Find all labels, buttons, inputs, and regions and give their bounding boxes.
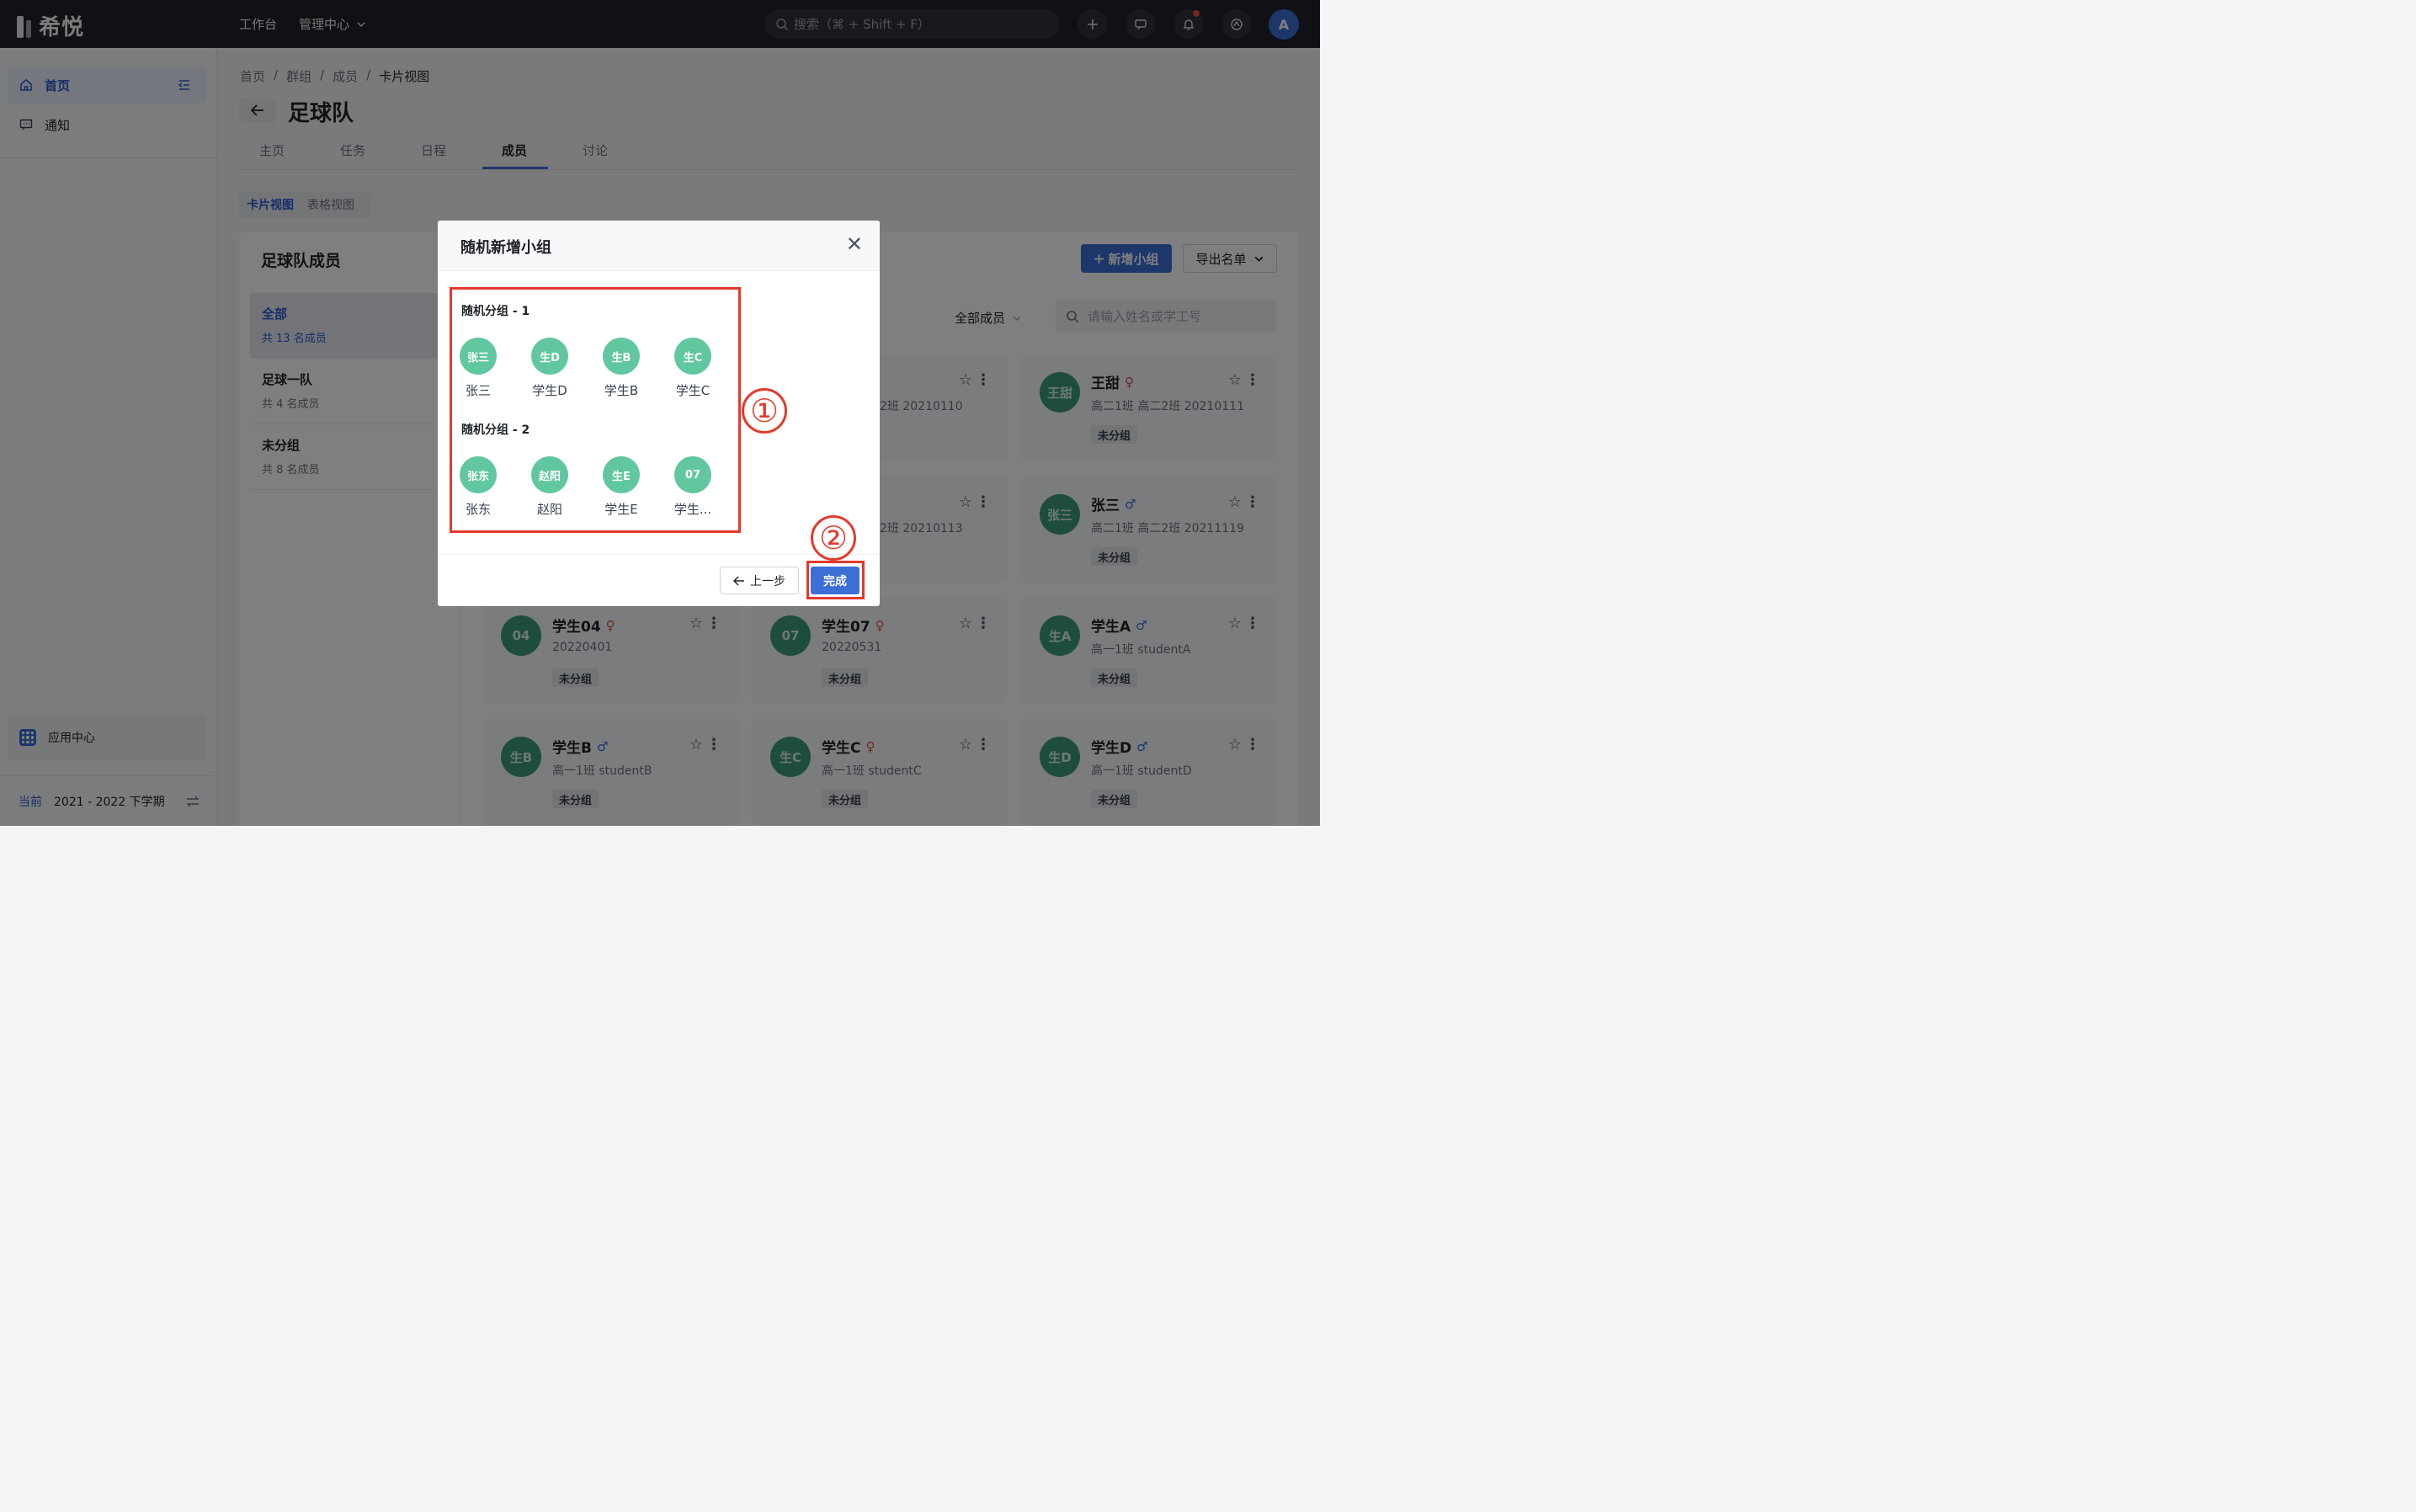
annotation-box-groups xyxy=(450,287,741,533)
previous-step-label: 上一步 xyxy=(750,574,785,588)
annotation-number-one: ① xyxy=(742,388,787,434)
annotation-number-two: ② xyxy=(811,515,856,561)
annotation-box-finish xyxy=(806,561,865,599)
close-icon[interactable]: ✕ xyxy=(846,232,863,256)
arrow-left-icon xyxy=(733,575,744,586)
dialog-header: 随机新增小组 ✕ xyxy=(438,221,880,271)
previous-step-button[interactable]: 上一步 xyxy=(720,567,799,594)
dialog-title: 随机新增小组 xyxy=(460,239,551,257)
